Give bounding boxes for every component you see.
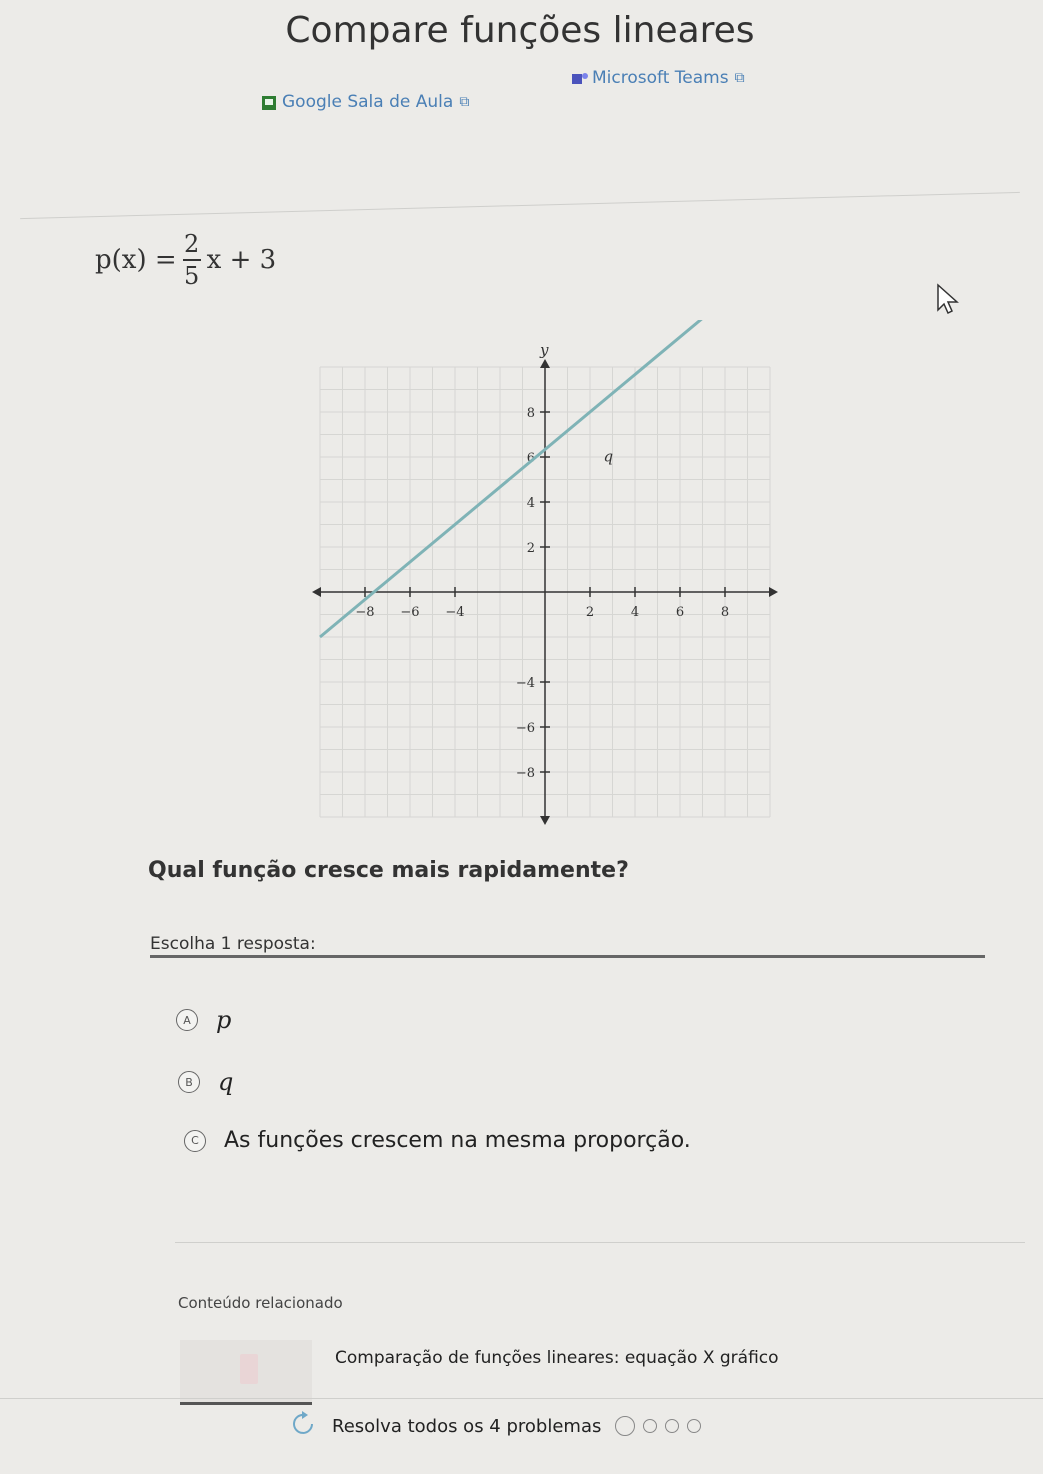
line-graph: xy−8−6−424688642−4−6−8q: [300, 298, 799, 834]
x-tick-label: 2: [586, 605, 594, 620]
thumbnail-mark: [240, 1354, 258, 1384]
x-axis-arrow-right: [769, 587, 778, 597]
formula-fraction: 2 5: [182, 230, 201, 290]
x-tick-label: −4: [445, 605, 464, 620]
external-link-icon: ⧉: [459, 94, 470, 110]
progress-dots: [615, 1416, 702, 1436]
mouse-cursor-icon: [935, 282, 961, 320]
progress-dot: [615, 1416, 636, 1436]
formula-p: p(x) = 2 5 x + 3: [95, 232, 276, 288]
y-tick-label: −6: [516, 721, 535, 736]
x-tick-label: 6: [676, 605, 684, 620]
y-axis-label: y: [539, 341, 549, 359]
radio-b[interactable]: B: [178, 1071, 200, 1093]
formula-rhs: x + 3: [206, 245, 277, 275]
x-tick-label: 8: [721, 605, 729, 620]
formula-lhs: p(x) =: [95, 245, 177, 275]
external-link-icon: ⧉: [734, 70, 745, 86]
page-title: Compare funções lineares: [285, 10, 755, 51]
formula-numerator: 2: [184, 230, 200, 258]
related-video-thumbnail[interactable]: [180, 1340, 312, 1405]
header-divider: [20, 191, 1020, 220]
option-a[interactable]: A p: [176, 1006, 231, 1034]
option-b[interactable]: B q: [178, 1068, 233, 1096]
progress-dot: [665, 1419, 680, 1433]
progress-dot: [643, 1419, 658, 1433]
choose-divider: [150, 955, 985, 958]
series-label-q: q: [604, 448, 614, 466]
question-text: Qual função cresce mais rapidamente?: [148, 858, 629, 883]
microsoft-teams-icon: [572, 71, 588, 85]
microsoft-teams-link[interactable]: Microsoft Teams ⧉: [572, 68, 745, 88]
option-a-label: p: [216, 1006, 232, 1034]
progress-dot: [687, 1419, 702, 1433]
option-c-label: As funções crescem na mesma proporção.: [224, 1128, 691, 1153]
y-tick-label: 4: [527, 496, 535, 511]
y-tick-label: 8: [527, 406, 535, 421]
choose-label: Escolha 1 resposta:: [150, 934, 316, 954]
related-content-link[interactable]: Comparação de funções lineares: equação …: [335, 1348, 779, 1368]
y-axis-arrow-up: [540, 359, 550, 368]
x-tick-label: −6: [400, 605, 419, 620]
progress-area: Resolva todos os 4 problemas: [290, 1410, 702, 1442]
x-tick-label: 4: [631, 605, 639, 620]
section-divider: [175, 1242, 1025, 1243]
y-axis-arrow-down: [540, 816, 550, 825]
microsoft-teams-label: Microsoft Teams: [592, 68, 729, 88]
related-content-title: Conteúdo relacionado: [178, 1294, 343, 1312]
option-c[interactable]: C As funções crescem na mesma proporção.: [184, 1128, 691, 1153]
google-classroom-link[interactable]: Google Sala de Aula ⧉: [262, 92, 469, 112]
option-b-label: q: [218, 1068, 234, 1096]
google-classroom-icon: [262, 95, 276, 110]
formula-denominator: 5: [184, 262, 200, 290]
x-axis-arrow-left: [312, 587, 321, 597]
y-tick-label: 2: [527, 541, 535, 556]
radio-a[interactable]: A: [176, 1009, 198, 1031]
integration-links: Google Sala de Aula ⧉ Microsoft Teams ⧉: [262, 68, 822, 122]
progress-label: Resolva todos os 4 problemas: [332, 1415, 602, 1437]
footer-divider: [0, 1398, 1043, 1399]
radio-c[interactable]: C: [184, 1129, 206, 1152]
google-classroom-label: Google Sala de Aula: [282, 92, 454, 112]
refresh-icon[interactable]: [290, 1410, 318, 1442]
x-tick-label: −8: [355, 605, 374, 620]
y-tick-label: −4: [516, 676, 535, 691]
y-tick-label: −8: [516, 766, 535, 781]
graph-svg: xy−8−6−424688642−4−6−8q: [312, 298, 799, 825]
